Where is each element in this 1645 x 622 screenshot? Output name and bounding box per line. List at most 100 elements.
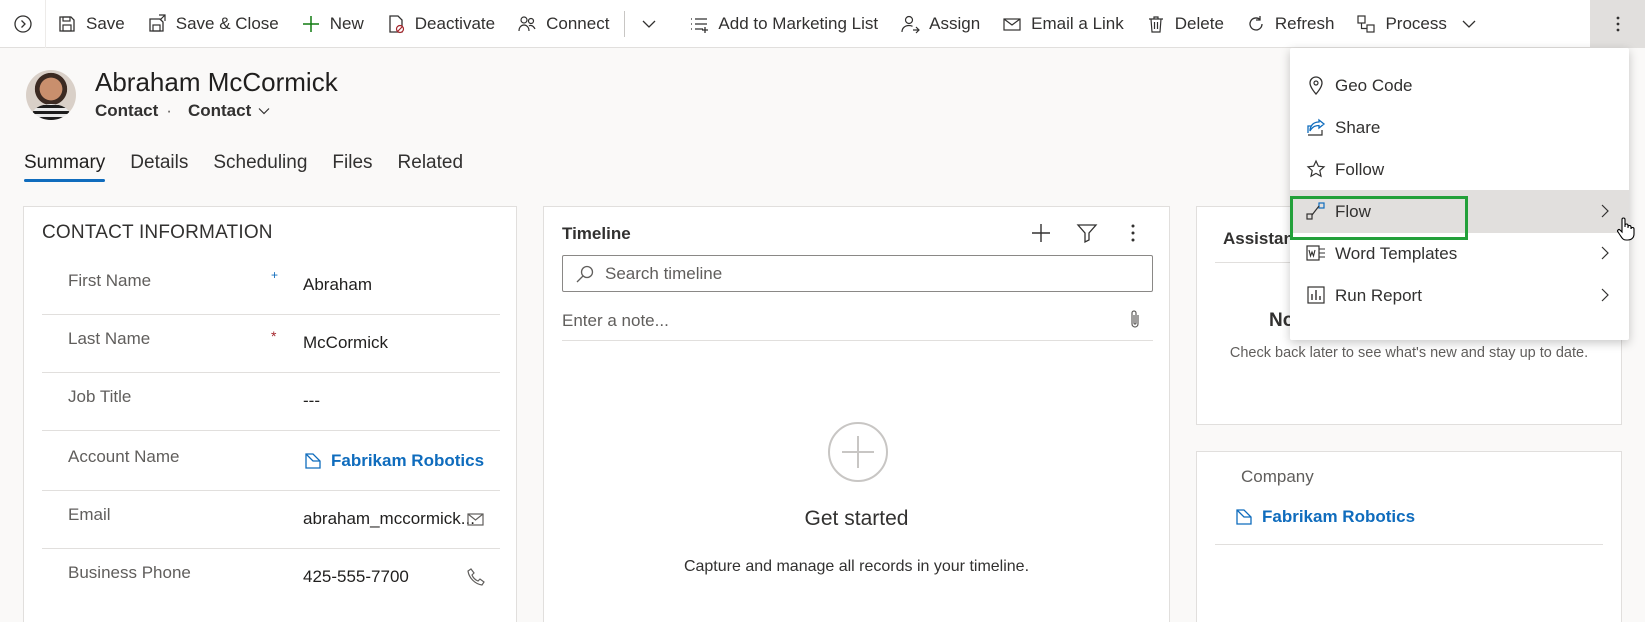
add-to-marketing-list-button[interactable]: Add to Marketing List [678, 0, 889, 48]
menu-item-word-templates[interactable]: Word Templates [1290, 232, 1629, 275]
menu-item-label: Follow [1335, 160, 1385, 179]
command-separator [673, 11, 674, 37]
menu-item-label: Share [1335, 118, 1381, 137]
chevron-right-icon [1601, 204, 1609, 218]
field-label: Business Phone [68, 563, 191, 582]
deactivate-label: Deactivate [414, 13, 496, 33]
tab-scheduling[interactable]: Scheduling [213, 152, 307, 182]
job-title-field[interactable]: Job Title --- [42, 370, 500, 431]
command-separator [624, 10, 626, 37]
menu-item-follow[interactable]: Follow [1290, 148, 1629, 191]
add-to-marketing-list-label: Add to Marketing List [718, 13, 879, 33]
timeline-toolbar [1029, 221, 1145, 245]
save-icon [59, 15, 75, 32]
trash-icon [1148, 15, 1163, 33]
account-link[interactable]: Fabrikam Robotics [303, 451, 484, 471]
menu-item-label: Run Report [1335, 286, 1422, 305]
last-name-field[interactable]: Last Name * McCormick [42, 312, 500, 373]
chevron-right-icon [1601, 288, 1609, 302]
required-marker: * [271, 328, 277, 344]
chevron-right-icon [1601, 246, 1609, 260]
account-name-field: Account Name Fabrikam Robotics [42, 430, 500, 491]
chevron-down-icon [642, 20, 656, 28]
process-icon [1357, 14, 1376, 33]
field-label: Job Title [68, 387, 132, 406]
menu-item-geo-code[interactable]: Geo Code [1290, 64, 1629, 107]
divider [1215, 544, 1603, 545]
connect-label: Connect [546, 13, 610, 33]
chevron-down-icon [1462, 20, 1476, 28]
recommended-marker: + [271, 268, 279, 282]
word-template-icon [1306, 245, 1325, 261]
field-label: First Name [68, 271, 152, 290]
field-value: abraham_mccormick... [303, 509, 475, 528]
field-label: Email [68, 505, 111, 524]
nav-expand-button[interactable] [0, 0, 46, 48]
deactivate-button[interactable]: Deactivate [375, 0, 506, 48]
refresh-button[interactable]: Refresh [1235, 0, 1346, 48]
add-circle-icon [828, 422, 888, 482]
account-link-label: Fabrikam Robotics [331, 451, 485, 470]
connect-dropdown-button[interactable] [629, 0, 669, 48]
process-button[interactable]: Process [1345, 0, 1487, 48]
refresh-icon [1249, 15, 1263, 31]
empty-state-title: Get started [804, 507, 909, 530]
save-button[interactable]: Save [46, 0, 136, 48]
command-bar: Save Save & Close New Deactivate Connect… [0, 0, 1645, 48]
paperclip-icon[interactable] [1125, 309, 1145, 331]
connect-button[interactable]: Connect [506, 0, 620, 48]
timeline-section: Timeline Enter a note... Get started Cap… [543, 206, 1170, 622]
field-value: McCormick [303, 333, 388, 352]
add-icon[interactable] [1029, 221, 1053, 245]
tab-details[interactable]: Details [130, 152, 188, 182]
account-icon [305, 453, 321, 469]
search-icon [576, 265, 594, 282]
process-label: Process [1385, 13, 1447, 33]
email-field[interactable]: Email abraham_mccormick... [42, 488, 500, 549]
star-icon [1306, 159, 1326, 178]
tab-files[interactable]: Files [332, 152, 372, 182]
app-root: Save Save & Close New Deactivate Connect… [0, 0, 1645, 622]
email-link-button[interactable]: Email a Link [991, 0, 1135, 48]
subtitle-separator: · [166, 101, 172, 120]
filter-icon[interactable] [1075, 221, 1099, 245]
field-value: Abraham [303, 275, 372, 294]
phone-icon[interactable] [466, 567, 486, 587]
email-link-label: Email a Link [1031, 13, 1124, 33]
company-link[interactable]: Fabrikam Robotics [1234, 507, 1415, 527]
timeline-title: Timeline [562, 224, 631, 243]
share-icon [1307, 118, 1326, 136]
company-link-label: Fabrikam Robotics [1262, 507, 1416, 526]
more-vertical-icon[interactable] [1121, 221, 1145, 245]
send-email-icon[interactable] [466, 509, 486, 529]
email-link-icon [1003, 17, 1021, 31]
menu-item-run-report[interactable]: Run Report [1290, 274, 1629, 317]
delete-button[interactable]: Delete [1135, 0, 1235, 48]
connect-icon [518, 15, 536, 31]
flow-icon [1306, 202, 1325, 220]
new-button[interactable]: New [290, 0, 375, 48]
timeline-search-input[interactable] [605, 263, 1125, 284]
record-name: Abraham McCormick [95, 67, 338, 97]
form-selector[interactable]: Contact [188, 101, 271, 121]
menu-item-share[interactable]: Share [1290, 106, 1629, 149]
record-subtitle: Contact · Contact [95, 101, 271, 121]
note-input[interactable]: Enter a note... [562, 305, 1153, 341]
save-label: Save [86, 13, 125, 33]
save-close-button[interactable]: Save & Close [136, 0, 290, 48]
save-close-label: Save & Close [175, 13, 279, 33]
delete-label: Delete [1174, 13, 1224, 33]
more-commands-button[interactable] [1590, 0, 1645, 48]
field-label: Account Name [68, 447, 180, 466]
field-value: --- [303, 391, 320, 410]
note-placeholder: Enter a note... [562, 311, 669, 330]
map-pin-icon [1309, 76, 1323, 95]
first-name-field[interactable]: First Name + Abraham [42, 254, 500, 315]
tab-summary[interactable]: Summary [24, 152, 106, 182]
business-phone-field[interactable]: Business Phone 425-555-7700 [42, 546, 500, 607]
assistant-title: Assistan [1223, 229, 1294, 248]
list-add-icon [691, 17, 709, 33]
menu-item-flow[interactable]: Flow [1290, 190, 1629, 233]
assign-button[interactable]: Assign [889, 0, 991, 48]
tab-related[interactable]: Related [398, 152, 464, 182]
